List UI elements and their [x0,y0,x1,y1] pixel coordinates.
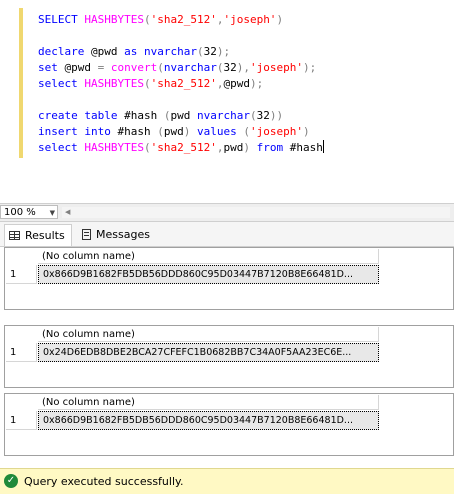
code-token: set [38,61,65,74]
code-token: 'sha2_512' [150,77,217,90]
code-token: nvarchar [196,109,250,122]
code-token: convert [110,61,158,74]
grid-icon [9,231,20,240]
code-token: ); [249,77,264,90]
column-header[interactable]: (No column name) [38,395,379,410]
result-cell[interactable]: 0x866D9B1682FB5DB56DDD860C95D03447B7120B… [38,411,379,430]
code-token: ( [157,125,164,138]
code-token: create [38,109,85,122]
tab-results[interactable]: Results [4,224,72,246]
code-token: #hash [117,125,158,138]
tab-messages[interactable]: Messages [78,224,158,246]
code-token: insert [38,125,85,138]
result-cell[interactable]: 0x866D9B1682FB5DB56DDD860C95D03447B7120B… [38,265,379,284]
check-circle-icon: ✓ [4,474,18,488]
code-token: ( [249,109,257,122]
code-token: @pwd [223,77,250,90]
query-editor[interactable]: SELECT HASHBYTES('sha2_512','joseph') de… [0,0,454,200]
code-token: )) [269,109,284,122]
code-token: as [124,45,144,58]
status-bar: ✓ Query executed successfully. [0,468,454,494]
code-token: 'sha2_512' [150,141,217,154]
code-line[interactable]: SELECT HASHBYTES('sha2_512','joseph') [38,12,324,28]
code-line[interactable]: declare @pwd as nvarchar(32); [38,44,324,60]
code-token: ), [236,61,250,74]
code-line[interactable]: insert into #hash (pwd) values ('joseph'… [38,124,324,140]
code-token: @pwd [64,61,98,74]
code-line[interactable]: create table #hash (pwd nvarchar(32)) [38,108,324,124]
code-line[interactable]: select HASHBYTES('sha2_512',@pwd); [38,76,324,92]
code-token: ( [157,61,164,74]
code-token: ) [276,13,284,26]
code-token: ); [302,61,317,74]
code-token: @pwd [90,45,125,58]
results-pane: (No column name) 1 0x866D9B1682FB5DB56DD… [0,247,454,466]
result-cell[interactable]: 0x24D6EDB8DBE2BCA27CFEFC1B0682BB7C34A0F5… [38,343,379,362]
code-token: pwd [223,141,244,154]
zoom-bar: 100 % ▼ ◀ [0,203,454,222]
result-grid-3[interactable]: (No column name) 1 0x866D9B1682FB5DB56DD… [4,393,454,456]
code-token: into [84,125,118,138]
code-line[interactable] [38,28,324,44]
code-token: 'joseph' [249,61,303,74]
code-token: #hash [289,141,323,154]
code-line[interactable]: set @pwd = convert(nvarchar(32),'joseph'… [38,60,324,76]
code-token: HASHBYTES [84,141,144,154]
code-token: = [97,61,111,74]
zoom-dropdown[interactable]: 100 % ▼ [0,205,58,219]
code-token: HASHBYTES [84,13,144,26]
tab-messages-label: Messages [96,228,150,241]
scroll-left-icon[interactable]: ◀ [65,208,70,216]
code-token: pwd [163,125,184,138]
column-header[interactable]: (No column name) [38,249,379,264]
messages-icon [82,229,91,240]
code-token: 32 [203,45,217,58]
zoom-value: 100 % [4,207,36,218]
results-tabs: Results Messages [0,222,454,247]
code-token: ( [243,125,250,138]
code-token: ) [302,125,310,138]
result-grid-2[interactable]: (No column name) 1 0x24D6EDB8DBE2BCA27CF… [4,325,454,388]
row-number[interactable]: 1 [6,411,37,430]
code-token: table [84,109,125,122]
code-token: ( [143,13,151,26]
sql-code[interactable]: SELECT HASHBYTES('sha2_512','joseph') de… [38,12,324,156]
code-token: ( [196,45,204,58]
code-token: select [38,77,85,90]
chevron-down-icon: ▼ [49,209,55,217]
text-caret [322,140,324,153]
code-token: SELECT [38,13,85,26]
code-token: 'sha2_512' [150,13,217,26]
tab-results-label: Results [25,229,65,242]
code-token: 32 [256,109,270,122]
code-token: ) [183,125,197,138]
code-token: declare [38,45,91,58]
column-header[interactable]: (No column name) [38,327,379,342]
code-token: nvarchar [163,61,217,74]
code-token: HASHBYTES [84,77,144,90]
code-token: ) [243,141,257,154]
row-number[interactable]: 1 [6,265,37,284]
horizontal-scrollbar[interactable]: ◀ [62,207,450,218]
code-token: ); [216,45,231,58]
code-token: values [196,125,244,138]
code-token: #hash [124,109,164,122]
code-token: pwd [170,109,197,122]
code-token: ( [143,141,151,154]
code-token: select [38,141,85,154]
code-token: 'joseph' [223,13,277,26]
row-number[interactable]: 1 [6,343,37,362]
code-token: from [256,141,290,154]
status-text: Query executed successfully. [24,475,184,488]
code-line[interactable] [38,92,324,108]
code-token: 32 [223,61,237,74]
code-token: ( [143,77,151,90]
code-token: 'joseph' [249,125,303,138]
code-line[interactable]: select HASHBYTES('sha2_512',pwd) from #h… [38,140,324,156]
code-token: nvarchar [143,45,197,58]
result-grid-1[interactable]: (No column name) 1 0x866D9B1682FB5DB56DD… [4,247,454,310]
change-margin-bar [19,8,23,158]
